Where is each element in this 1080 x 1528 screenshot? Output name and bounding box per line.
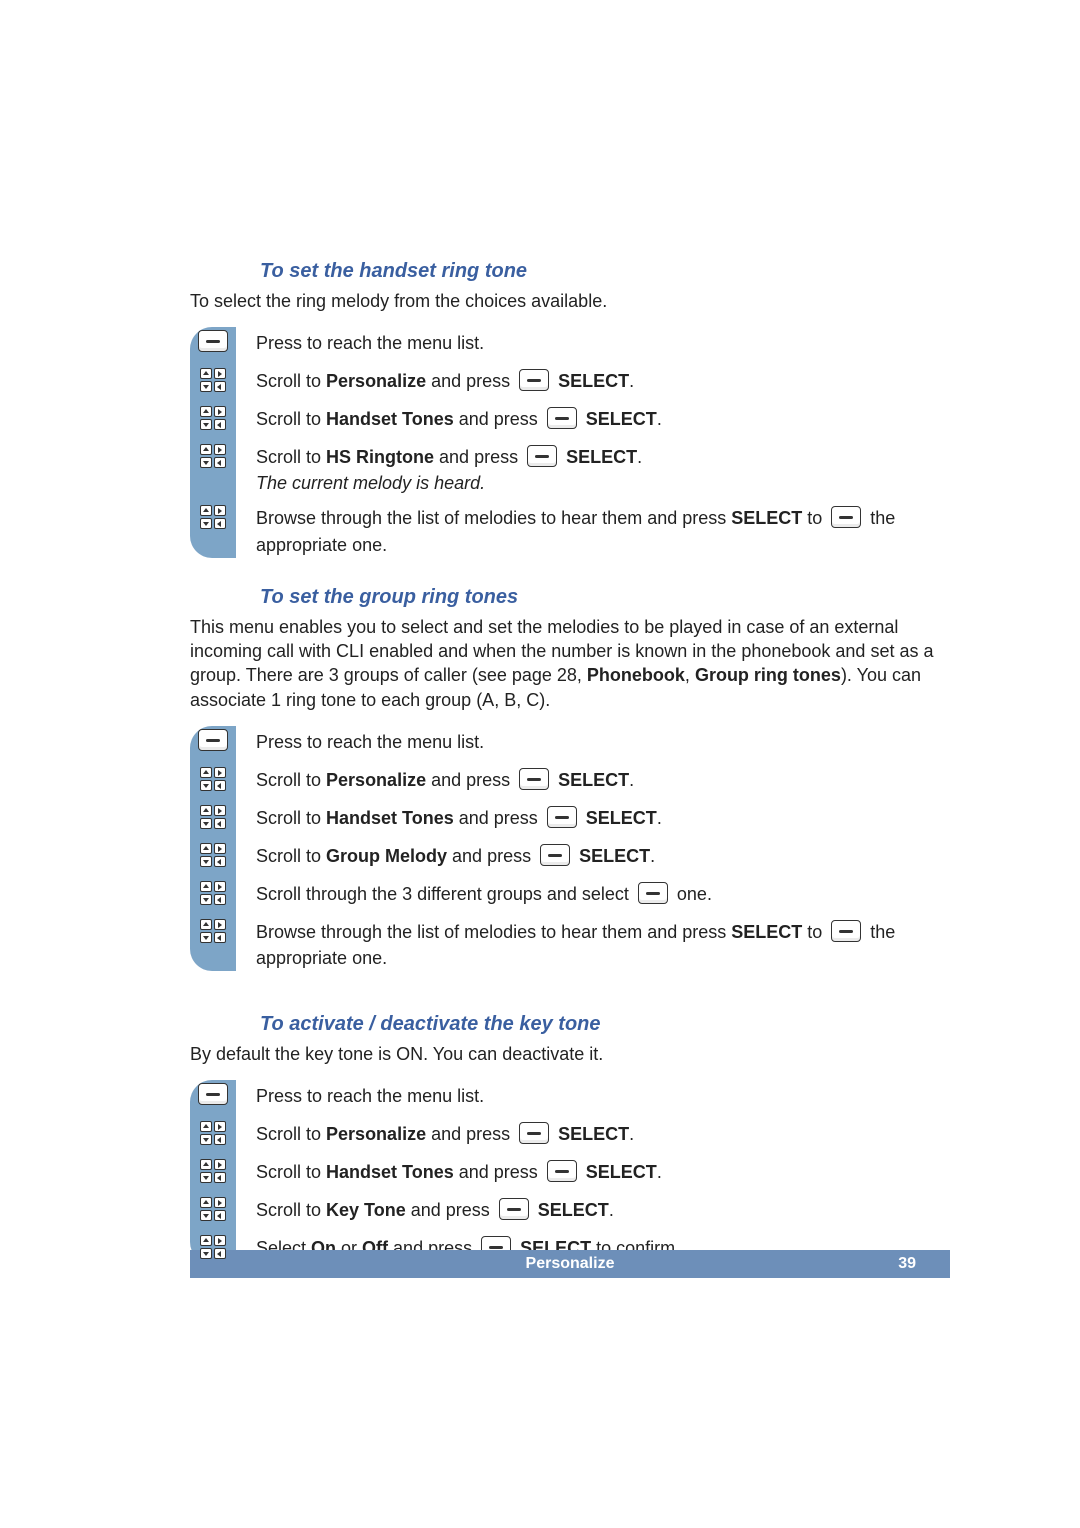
step-icon	[190, 802, 236, 829]
intro2-sep: ,	[685, 665, 695, 685]
step-icon	[190, 840, 236, 867]
step-row: Scroll to Handset Tones and press SELECT…	[190, 1156, 950, 1188]
select-button-icon	[519, 768, 549, 790]
step-row: Scroll through the 3 different groups an…	[190, 878, 950, 910]
steps-block-1: Press to reach the menu list. Scroll to P…	[190, 327, 950, 557]
section1-intro: To select the ring melody from the choic…	[190, 289, 950, 313]
navigation-keys-icon	[200, 505, 226, 529]
step-icon	[190, 502, 236, 529]
menu-button-icon	[198, 1083, 228, 1105]
step-row: Scroll to HS Ringtone and press SELECT.T…	[190, 441, 950, 496]
step-text: Scroll to Personalize and press SELECT.	[256, 365, 950, 394]
navigation-keys-icon	[200, 1197, 226, 1221]
step-text: Scroll through the 3 different groups an…	[256, 878, 950, 907]
step-text: Scroll to HS Ringtone and press SELECT.T…	[256, 441, 950, 496]
menu-button-icon	[198, 729, 228, 751]
step-icon	[190, 403, 236, 430]
step-text: Press to reach the menu list.	[256, 327, 950, 356]
navigation-keys-icon	[200, 444, 226, 468]
step-text: Scroll to Handset Tones and press SELECT…	[256, 802, 950, 831]
step-row: Scroll to Key Tone and press SELECT.	[190, 1194, 950, 1226]
step-text: Scroll to Group Melody and press SELECT.	[256, 840, 950, 869]
step-row: Scroll to Handset Tones and press SELECT…	[190, 802, 950, 834]
steps-block-2: Press to reach the menu list. Scroll to P…	[190, 726, 950, 971]
intro2-b2: Group ring tones	[695, 665, 841, 685]
navigation-keys-icon	[200, 767, 226, 791]
section-heading-1: To set the handset ring tone	[260, 260, 950, 283]
step-row: Scroll to Personalize and press SELECT.	[190, 764, 950, 796]
select-button-icon	[499, 1198, 529, 1220]
section-heading-3: To activate / deactivate the key tone	[260, 1013, 950, 1036]
step-text: Scroll to Handset Tones and press SELECT…	[256, 403, 950, 432]
step-row: Scroll to Personalize and press SELECT.	[190, 1118, 950, 1150]
step-text: Scroll to Handset Tones and press SELECT…	[256, 1156, 950, 1185]
step-icon	[190, 327, 236, 352]
select-button-icon	[519, 369, 549, 391]
select-button-icon	[547, 806, 577, 828]
step-text: Scroll to Personalize and press SELECT.	[256, 1118, 950, 1147]
navigation-keys-icon	[200, 368, 226, 392]
navigation-keys-icon	[200, 1235, 226, 1259]
select-button-icon	[831, 920, 861, 942]
step-row: Scroll to Handset Tones and press SELECT…	[190, 403, 950, 435]
step-text: Scroll to Personalize and press SELECT.	[256, 764, 950, 793]
step-row: Browse through the list of melodies to h…	[190, 502, 950, 557]
step-text: Browse through the list of melodies to h…	[256, 916, 950, 971]
step-row: Press to reach the menu list.	[190, 726, 950, 758]
navigation-keys-icon	[200, 805, 226, 829]
select-button-icon	[831, 506, 861, 528]
step-text: Press to reach the menu list.	[256, 1080, 950, 1109]
navigation-keys-icon	[200, 1159, 226, 1183]
step-row: Scroll to Personalize and press SELECT.	[190, 365, 950, 397]
select-button-icon	[547, 1160, 577, 1182]
step-icon	[190, 1232, 236, 1259]
step-text: Scroll to Key Tone and press SELECT.	[256, 1194, 950, 1223]
navigation-keys-icon	[200, 919, 226, 943]
step-row: Press to reach the menu list.	[190, 327, 950, 359]
select-button-icon	[519, 1122, 549, 1144]
step-icon	[190, 878, 236, 905]
step-text: Browse through the list of melodies to h…	[256, 502, 950, 557]
step-icon	[190, 441, 236, 468]
step-icon	[190, 726, 236, 751]
select-button-icon	[638, 882, 668, 904]
manual-page: To set the handset ring tone To select t…	[0, 0, 1080, 1264]
step-icon	[190, 1118, 236, 1145]
navigation-keys-icon	[200, 1121, 226, 1145]
step-icon	[190, 1194, 236, 1221]
footer-label: Personalize	[526, 1255, 615, 1273]
navigation-keys-icon	[200, 881, 226, 905]
steps-container-2: Press to reach the menu list. Scroll to P…	[190, 726, 950, 971]
select-button-icon	[547, 407, 577, 429]
steps-block-3: Press to reach the menu list. Scroll to P…	[190, 1080, 950, 1264]
steps-container-3: Press to reach the menu list. Scroll to P…	[190, 1080, 950, 1264]
intro2-b1: Phonebook	[587, 665, 685, 685]
step-icon	[190, 1156, 236, 1183]
section3-intro: By default the key tone is ON. You can d…	[190, 1042, 950, 1066]
step-row: Press to reach the menu list.	[190, 1080, 950, 1112]
navigation-keys-icon	[200, 843, 226, 867]
section2-intro: This menu enables you to select and set …	[190, 615, 950, 712]
step-note: The current melody is heard.	[256, 470, 950, 496]
step-row: Browse through the list of melodies to h…	[190, 916, 950, 971]
step-text: Press to reach the menu list.	[256, 726, 950, 755]
section-heading-2: To set the group ring tones	[260, 586, 950, 609]
step-icon	[190, 916, 236, 943]
step-icon	[190, 764, 236, 791]
step-icon	[190, 365, 236, 392]
steps-container-1: Press to reach the menu list. Scroll to P…	[190, 327, 950, 557]
footer-page-number: 39	[898, 1255, 916, 1273]
step-row: Scroll to Group Melody and press SELECT.	[190, 840, 950, 872]
menu-button-icon	[198, 330, 228, 352]
step-icon	[190, 1080, 236, 1105]
select-button-icon	[527, 445, 557, 467]
navigation-keys-icon	[200, 406, 226, 430]
select-button-icon	[540, 844, 570, 866]
page-footer: Personalize 39	[190, 1250, 950, 1278]
